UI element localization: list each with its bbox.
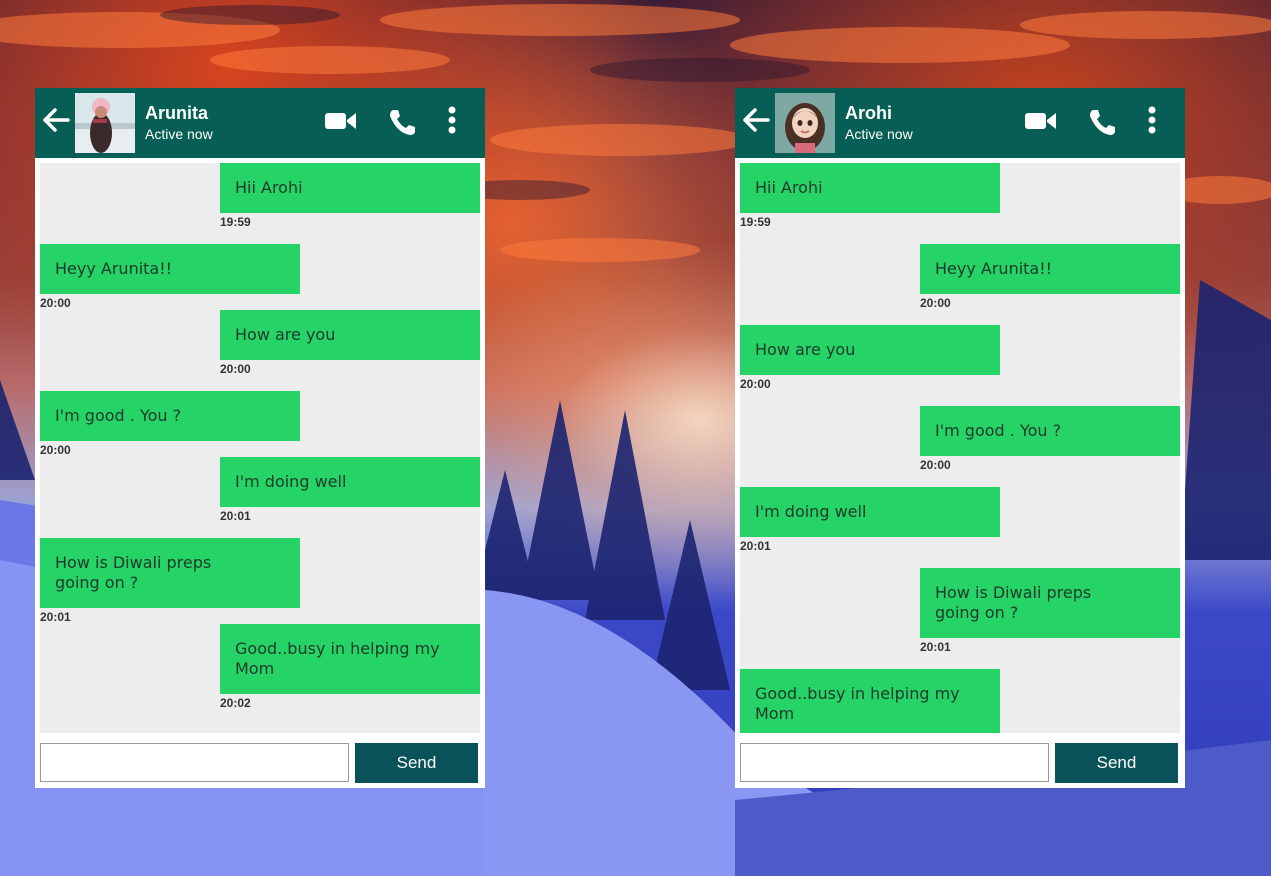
- send-button[interactable]: Send: [355, 743, 478, 783]
- chat-window-arunita: Arunita Active now Hii Arohi 19:59 Heyy …: [35, 88, 485, 788]
- avatar[interactable]: [775, 93, 835, 153]
- message-item: I'm good . You ? 20:00: [920, 406, 1180, 472]
- message-time: 19:59: [740, 215, 771, 229]
- message-time: 20:00: [920, 296, 951, 310]
- message-item: I'm doing well 20:01: [220, 457, 480, 523]
- chat-header: Arunita Active now: [35, 88, 485, 158]
- message-item: How are you 20:00: [220, 310, 480, 376]
- message-item: Hii Arohi 19:59: [220, 163, 480, 229]
- contact-name: Arohi: [845, 103, 892, 123]
- message-bubble: How is Diwali preps going on ?: [920, 568, 1180, 638]
- send-button[interactable]: Send: [1055, 743, 1178, 783]
- message-time: 20:00: [40, 296, 71, 310]
- message-bubble: Heyy Arunita!!: [40, 244, 300, 294]
- message-bubble: How are you: [220, 310, 480, 360]
- back-arrow-icon[interactable]: [741, 105, 771, 135]
- message-item: Heyy Arunita!! 20:00: [40, 244, 300, 310]
- contact-status: Active now: [145, 126, 213, 142]
- phone-call-icon[interactable]: [387, 107, 417, 137]
- message-bubble: I'm good . You ?: [40, 391, 300, 441]
- message-time: 20:00: [920, 458, 951, 472]
- contact-status: Active now: [845, 126, 913, 142]
- message-time: 20:02: [220, 696, 251, 710]
- message-list[interactable]: Hii Arohi 19:59 Heyy Arunita!! 20:00 How…: [40, 163, 480, 733]
- contact-name: Arunita: [145, 103, 208, 123]
- message-time: 20:01: [40, 610, 71, 624]
- message-time: 20:01: [920, 640, 951, 654]
- message-bubble: I'm doing well: [740, 487, 1000, 537]
- avatar[interactable]: [75, 93, 135, 153]
- message-item: Hii Arohi 19:59: [740, 163, 1000, 229]
- message-item: Good..busy in helping my Mom: [740, 669, 1000, 733]
- message-bubble: Hii Arohi: [740, 163, 1000, 213]
- message-time: 19:59: [220, 215, 251, 229]
- message-bubble: Hii Arohi: [220, 163, 480, 213]
- message-item: How is Diwali preps going on ? 20:01: [920, 568, 1180, 654]
- chat-header: Arohi Active now: [735, 88, 1185, 158]
- message-time: 20:01: [740, 539, 771, 553]
- video-call-icon[interactable]: [324, 108, 358, 134]
- message-time: 20:01: [220, 509, 251, 523]
- message-bubble: I'm good . You ?: [920, 406, 1180, 456]
- message-bubble: Good..busy in helping my Mom: [740, 669, 1000, 733]
- message-input[interactable]: [740, 743, 1049, 782]
- message-bubble: How is Diwali preps going on ?: [40, 538, 300, 608]
- message-item: I'm good . You ? 20:00: [40, 391, 300, 457]
- message-item: I'm doing well 20:01: [740, 487, 1000, 553]
- message-time: 20:00: [40, 443, 71, 457]
- message-bubble: How are you: [740, 325, 1000, 375]
- phone-call-icon[interactable]: [1087, 107, 1117, 137]
- message-input[interactable]: [40, 743, 349, 782]
- chat-window-arohi: Arohi Active now Hii Arohi 19:59 Heyy Ar…: [735, 88, 1185, 788]
- message-time: 20:00: [740, 377, 771, 391]
- message-item: Good..busy in helping my Mom 20:02: [220, 624, 480, 710]
- message-item: How are you 20:00: [740, 325, 1000, 391]
- message-item: Heyy Arunita!! 20:00: [920, 244, 1180, 310]
- message-list[interactable]: Hii Arohi 19:59 Heyy Arunita!! 20:00 How…: [740, 163, 1180, 733]
- more-options-icon[interactable]: [445, 106, 459, 136]
- message-item: How is Diwali preps going on ? 20:01: [40, 538, 300, 624]
- more-options-icon[interactable]: [1145, 106, 1159, 136]
- message-bubble: Good..busy in helping my Mom: [220, 624, 480, 694]
- message-bubble: Heyy Arunita!!: [920, 244, 1180, 294]
- message-bubble: I'm doing well: [220, 457, 480, 507]
- back-arrow-icon[interactable]: [41, 105, 71, 135]
- video-call-icon[interactable]: [1024, 108, 1058, 134]
- message-time: 20:00: [220, 362, 251, 376]
